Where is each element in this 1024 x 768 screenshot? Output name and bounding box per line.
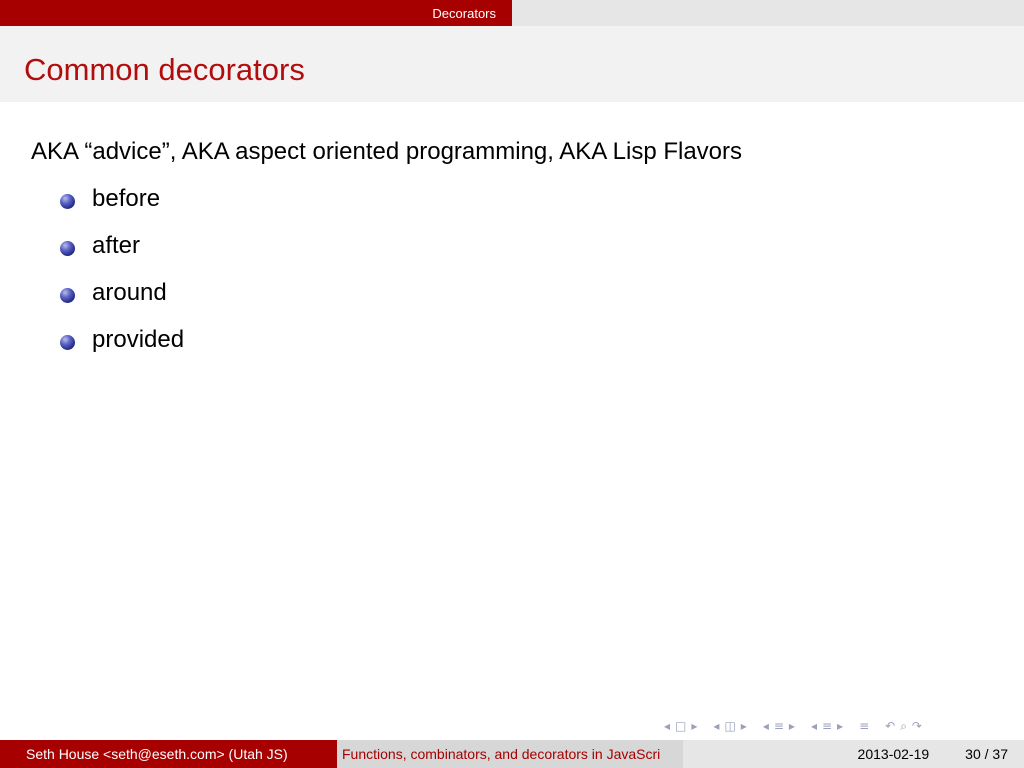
nav-forward-icon[interactable]: ↷ xyxy=(912,720,922,732)
nav-prev-section-icon[interactable]: ◂ xyxy=(811,720,817,732)
footer-page-number: 30 / 37 xyxy=(965,746,1008,762)
footer-author: Seth House <seth@eseth.com> (Utah JS) xyxy=(0,740,337,768)
nav-align-icon[interactable]: ≡ xyxy=(859,720,869,732)
section-bar-empty xyxy=(512,0,1024,26)
bullet-ball-icon xyxy=(60,335,75,350)
nav-section-icon[interactable]: ≡ xyxy=(822,720,832,732)
frame-title: Common decorators xyxy=(0,26,1024,102)
nav-next-slide-icon[interactable]: ▸ xyxy=(691,720,697,732)
nav-back-icon[interactable]: ↶ xyxy=(885,720,895,732)
list-item: after xyxy=(60,232,184,279)
section-navigation-bar: Decorators xyxy=(0,0,1024,26)
nav-subsection-icon[interactable]: ≡ xyxy=(774,720,784,732)
nav-next-subsection-icon[interactable]: ▸ xyxy=(789,720,795,732)
slide: Decorators Common decorators AKA “advice… xyxy=(0,0,1024,768)
section-tab-decorators[interactable]: Decorators xyxy=(0,0,512,26)
nav-next-frame-icon[interactable]: ▸ xyxy=(741,720,747,732)
bullet-text: provided xyxy=(92,326,185,353)
bullet-ball-icon xyxy=(60,241,75,256)
nav-prev-frame-icon[interactable]: ◂ xyxy=(713,720,719,732)
nav-prev-slide-icon[interactable]: ◂ xyxy=(664,720,670,732)
bullet-text: before xyxy=(92,185,161,212)
list-item: before xyxy=(60,185,184,232)
bullet-ball-icon xyxy=(60,288,75,303)
bullet-list: before after around provided xyxy=(60,185,184,373)
nav-frame-box-icon[interactable]: ◫ xyxy=(724,720,735,732)
list-item: around xyxy=(60,279,184,326)
bullet-text: around xyxy=(92,279,167,306)
footer-right: 2013-02-19 30 / 37 xyxy=(683,740,1024,768)
nav-slide-box-icon[interactable]: □ xyxy=(675,720,686,732)
bullet-text: after xyxy=(92,232,141,259)
nav-prev-subsection-icon[interactable]: ◂ xyxy=(763,720,769,732)
list-item: provided xyxy=(60,326,184,373)
lead-text: AKA “advice”, AKA aspect oriented progra… xyxy=(31,138,743,165)
footer-title: Functions, combinators, and decorators i… xyxy=(337,740,683,768)
navigation-symbols: ◂ □ ▸ ◂ ◫ ▸ ◂ ≡ ▸ ◂ ≡ ▸ ≡ ↶ ⌕ ↷ xyxy=(664,715,927,737)
footer: Seth House <seth@eseth.com> (Utah JS) Fu… xyxy=(0,740,1024,768)
footer-date: 2013-02-19 xyxy=(857,746,930,762)
bullet-ball-icon xyxy=(60,194,75,209)
nav-next-section-icon[interactable]: ▸ xyxy=(837,720,843,732)
nav-search-icon[interactable]: ⌕ xyxy=(900,720,907,732)
